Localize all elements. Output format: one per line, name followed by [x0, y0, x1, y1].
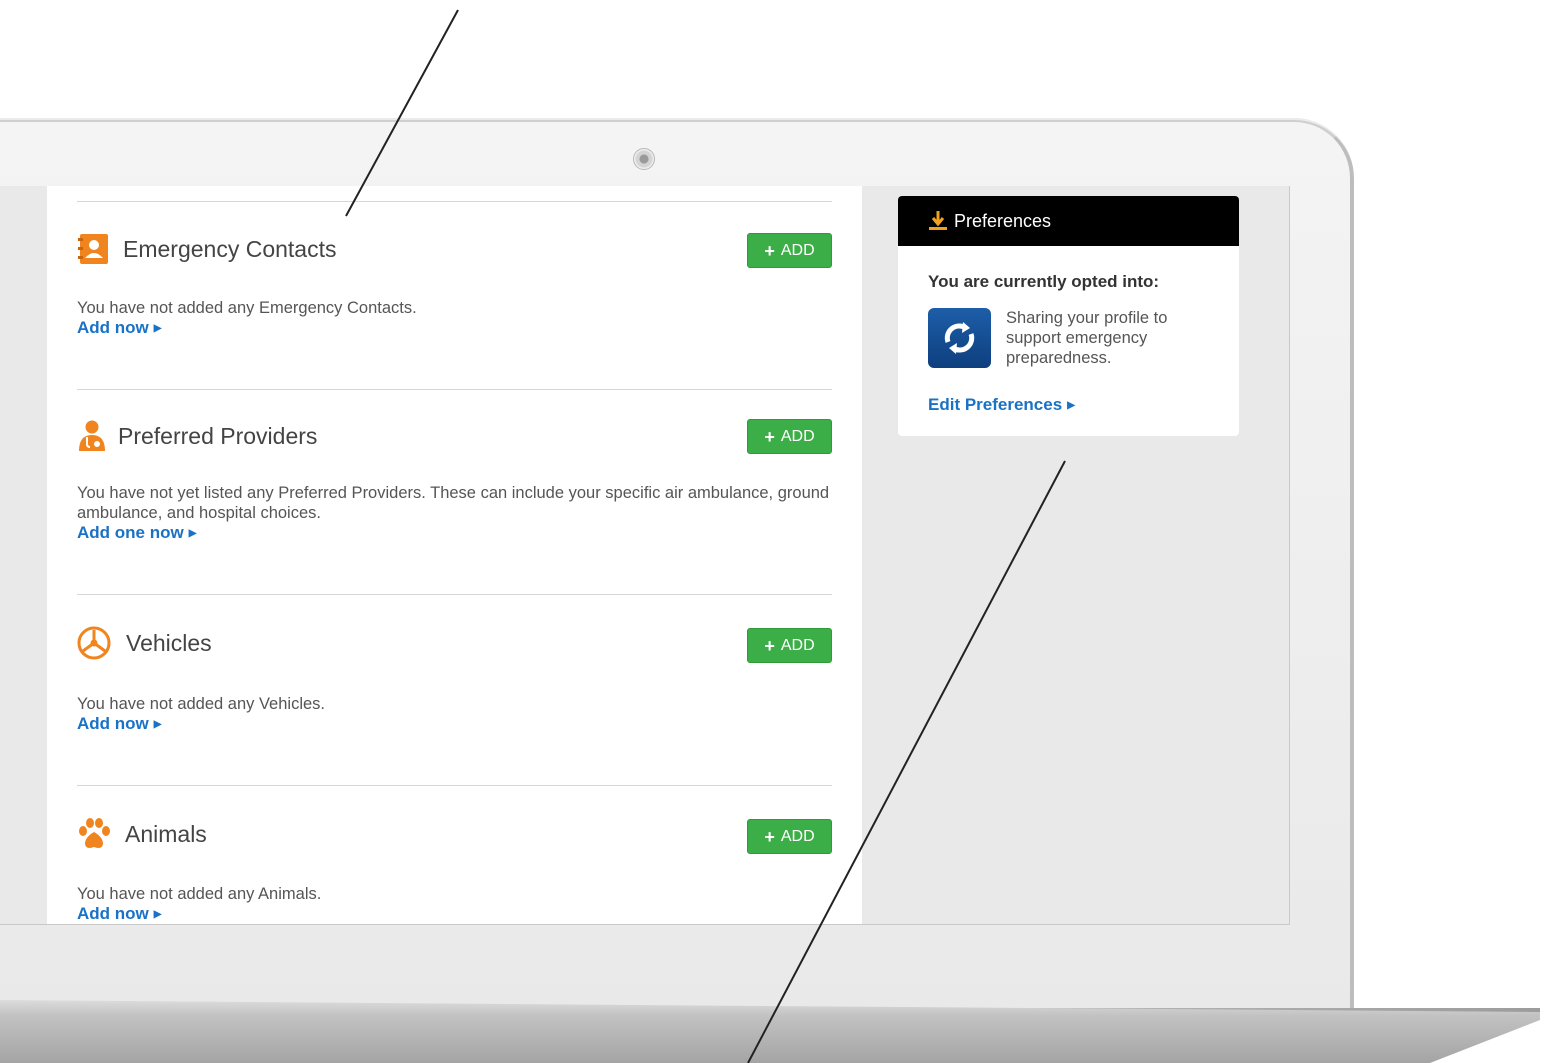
opted-label: You are currently opted into: [928, 272, 1160, 291]
contacts-book-icon [78, 234, 108, 264]
section-title-animals: Animals [125, 821, 207, 847]
preferences-title: Preferences [954, 210, 1052, 231]
add-animal-link[interactable]: Add now ▶ [77, 904, 161, 924]
preferences-card: Preferences You are currently opted into… [898, 196, 1239, 436]
caret-right-icon: ▶ [153, 323, 162, 334]
plus-icon: + [764, 635, 775, 656]
sync-icon [928, 308, 991, 368]
doctor-icon [79, 420, 105, 451]
section-title-emergency-contacts: Emergency Contacts [123, 236, 337, 262]
section-divider [77, 785, 832, 786]
paw-print-icon [79, 818, 110, 848]
section-divider [77, 389, 832, 390]
webcam-icon [633, 148, 655, 170]
link-label: Add now [77, 714, 149, 733]
add-preferred-provider-link[interactable]: Add one now ▶ [77, 523, 196, 543]
link-label: Add now [77, 904, 149, 923]
add-emergency-contact-link[interactable]: Add now ▶ [77, 318, 161, 338]
preferences-header: Preferences [898, 196, 1239, 246]
link-label: Edit Preferences [928, 395, 1063, 414]
add-button-label: ADD [780, 636, 815, 654]
steering-wheel-icon [77, 626, 111, 660]
section-description: You have not added any Emergency Contact… [77, 299, 417, 317]
caret-right-icon: ▶ [1067, 400, 1075, 411]
add-button-label: ADD [780, 827, 815, 845]
plus-icon: + [764, 826, 775, 847]
section-title-preferred-providers: Preferred Providers [118, 423, 318, 449]
link-label: Add one now [77, 523, 184, 542]
section-divider [77, 594, 832, 595]
section-divider [77, 201, 832, 202]
section-description: You have not added any Vehicles. [77, 695, 326, 713]
caret-right-icon: ▶ [153, 719, 162, 730]
add-preferred-provider-button[interactable]: + ADD [747, 419, 832, 454]
caret-right-icon: ▶ [153, 909, 162, 920]
add-emergency-contact-button[interactable]: + ADD [747, 233, 832, 268]
add-button-label: ADD [780, 427, 815, 445]
add-vehicle-link[interactable]: Add now ▶ [77, 714, 161, 734]
section-title-vehicles: Vehicles [126, 630, 212, 656]
edit-preferences-link[interactable]: Edit Preferences ▶ [928, 395, 1075, 415]
section-description: You have not added any Animals. [77, 885, 322, 903]
add-animal-button[interactable]: + ADD [747, 819, 832, 854]
plus-icon: + [764, 240, 775, 261]
caret-right-icon: ▶ [188, 528, 197, 539]
plus-icon: + [764, 426, 775, 447]
opted-item-text: Sharing your profile to support emergenc… [1006, 309, 1168, 367]
download-icon [929, 211, 947, 230]
main-panel: Emergency Contacts + ADD You have not ad… [47, 186, 862, 924]
screen: Emergency Contacts + ADD You have not ad… [0, 186, 1290, 925]
add-button-label: ADD [780, 241, 815, 259]
link-label: Add now [77, 318, 149, 337]
add-vehicle-button[interactable]: + ADD [747, 628, 832, 663]
section-description: You have not yet listed any Preferred Pr… [77, 484, 830, 522]
